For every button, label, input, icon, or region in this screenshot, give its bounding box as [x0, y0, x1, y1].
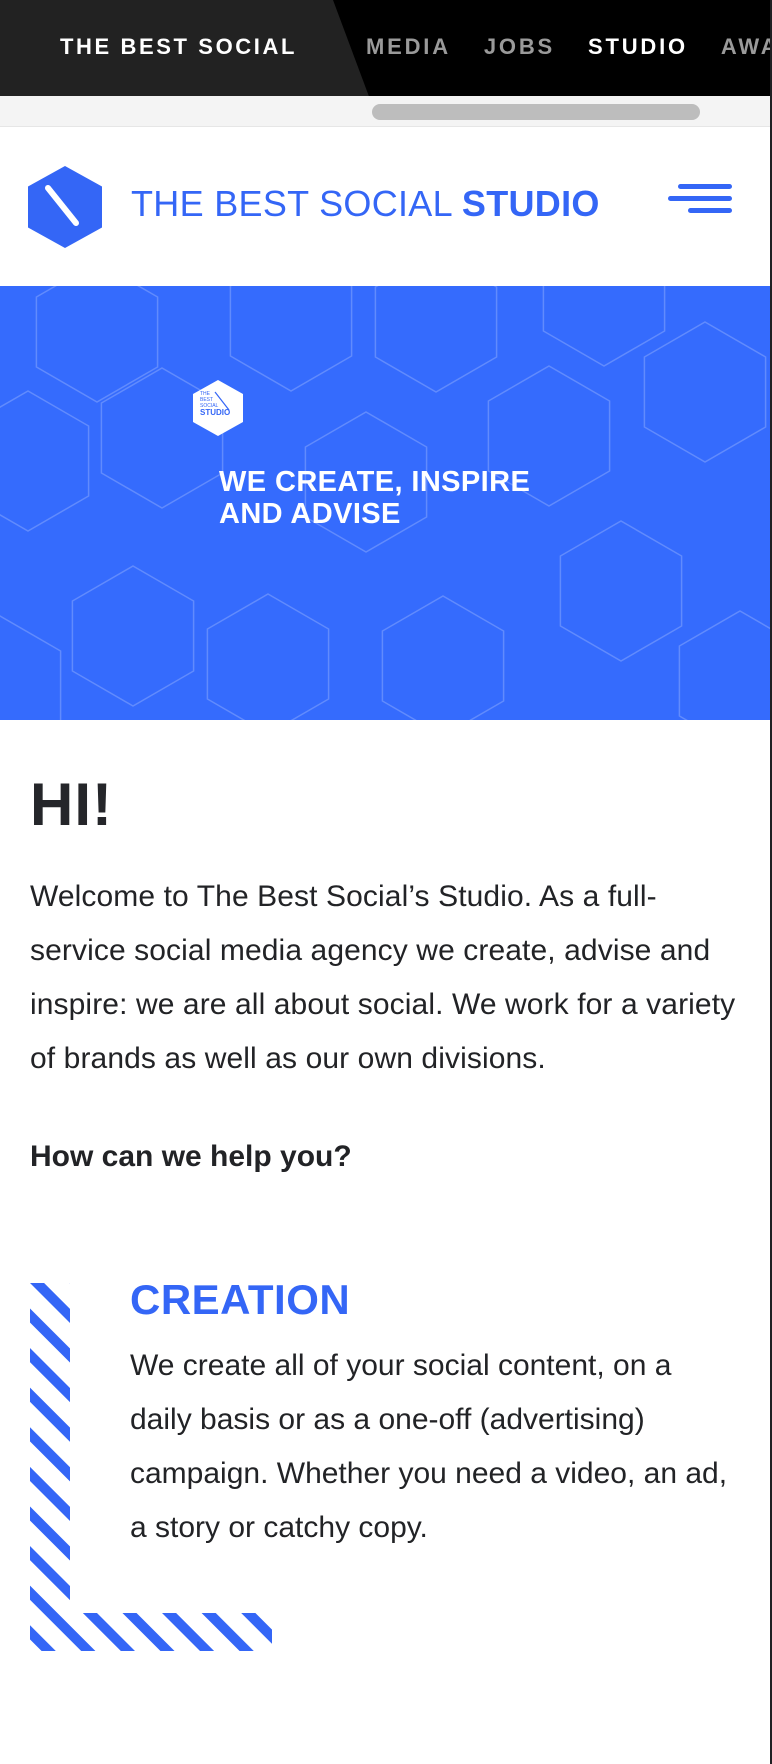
site-logo-text[interactable]: THE BEST SOCIAL STUDIO — [131, 183, 600, 225]
network-nav: MEDIA JOBS STUDIO AWA — [366, 34, 770, 60]
hexagon-outline-14 — [0, 615, 62, 720]
greeting-heading: HI! — [30, 771, 113, 838]
network-topbar: THE BEST SOCIAL MEDIA JOBS STUDIO AWA — [0, 0, 770, 96]
logo-text-regular: THE BEST SOCIAL — [131, 183, 462, 224]
network-nav-media[interactable]: MEDIA — [366, 34, 451, 60]
hexagon-outline-12 — [381, 595, 505, 720]
hero-title-line-2: AND ADVISE — [219, 498, 401, 530]
hexagon-outline-13 — [678, 610, 770, 720]
logo-text-bold: STUDIO — [461, 183, 600, 224]
network-nav-awards[interactable]: AWA — [721, 34, 770, 60]
hexagon-outline-4 — [643, 321, 767, 463]
hexagon-outline-0 — [35, 286, 159, 403]
hexagon-outline-11 — [206, 593, 330, 720]
hero-banner: THE BEST SOCIAL STUDIO WE CREATE, INSPIR… — [0, 286, 770, 720]
hexagon-outline-10 — [71, 565, 195, 707]
intro-paragraph: Welcome to The Best Social’s Studio. As … — [30, 880, 736, 1075]
hero-title-line-1: WE CREATE, INSPIRE — [219, 466, 531, 498]
hexagon-slash-icon[interactable] — [28, 166, 102, 248]
horizontal-scrollbar[interactable] — [372, 104, 700, 120]
hexagon-outline-3 — [542, 286, 666, 367]
hexagon-outline-5 — [0, 390, 90, 532]
service-description: We create all of your social content, on… — [130, 1349, 728, 1544]
hamburger-menu-icon[interactable] — [668, 184, 732, 220]
network-nav-jobs[interactable]: JOBS — [484, 34, 555, 60]
hexagon-outline-2 — [374, 286, 498, 393]
site-header: THE BEST SOCIAL STUDIO — [0, 126, 770, 286]
hexagon-outline-9 — [559, 520, 683, 662]
studio-badge-icon: THE BEST SOCIAL STUDIO — [193, 380, 243, 436]
network-nav-studio[interactable]: STUDIO — [588, 34, 688, 60]
hexagon-outline-1 — [229, 286, 353, 392]
help-heading: How can we help you? — [30, 1140, 352, 1173]
hero-title: WE CREATE, INSPIRE AND ADVISE — [219, 466, 579, 530]
badge-line-4: STUDIO — [200, 408, 230, 417]
network-brand-link[interactable]: THE BEST SOCIAL — [60, 34, 297, 60]
service-title: CREATION — [130, 1276, 351, 1323]
